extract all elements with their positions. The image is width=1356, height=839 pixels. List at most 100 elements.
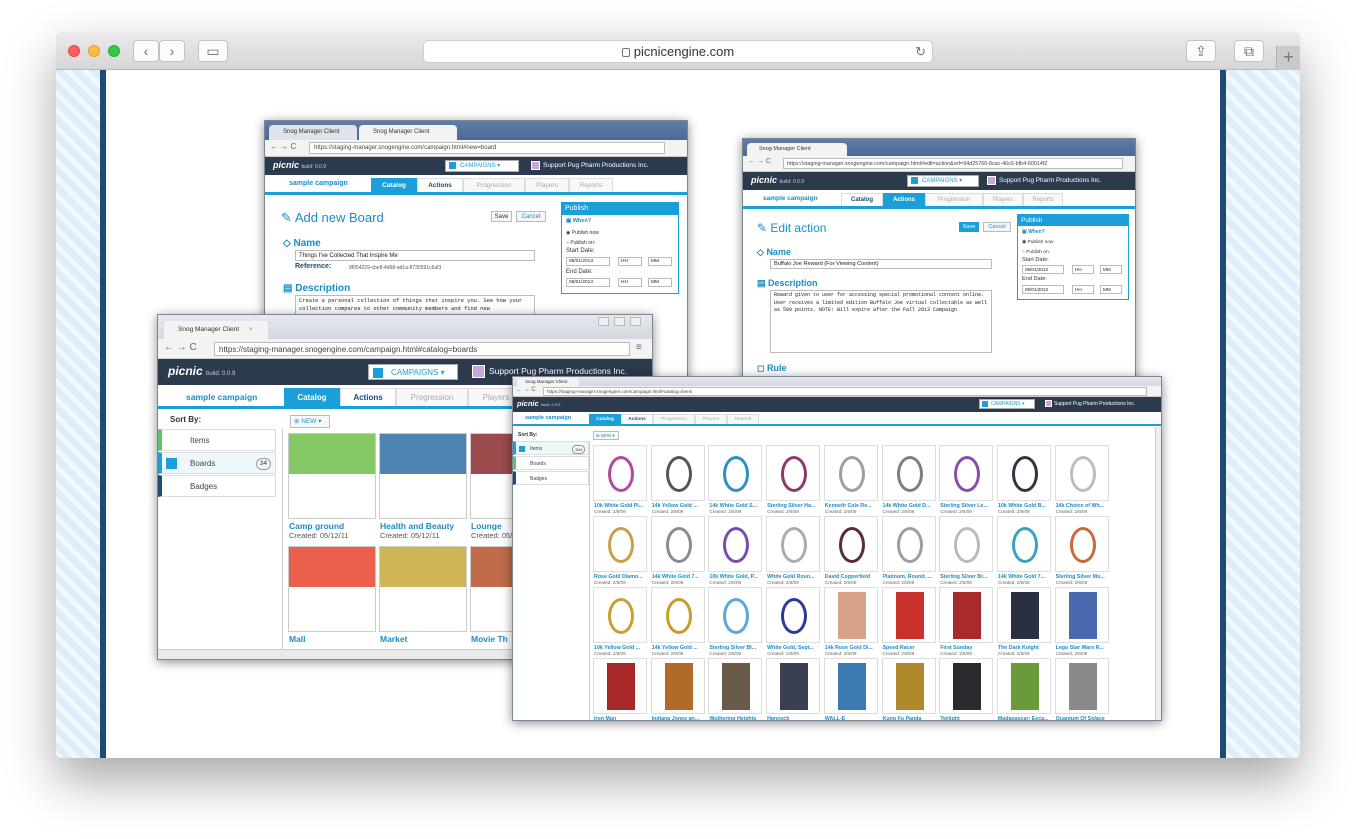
tab-players[interactable]: Players	[525, 178, 569, 192]
zoom-window-button[interactable]	[108, 45, 120, 57]
item-card[interactable]: White Gold Roun... Created: 2/6/09	[766, 516, 822, 586]
item-card[interactable]: Kung Fu PandaCreated: 2/6/09	[881, 658, 938, 720]
tab-reports[interactable]: Reports	[569, 178, 613, 192]
item-card[interactable]: HancockCreated: 2/6/09	[766, 658, 822, 720]
cancel-button[interactable]: Cancel	[516, 211, 546, 222]
item-card[interactable]: 10k White Gold, P... Created: 2/6/09	[708, 516, 764, 586]
sidebar-button[interactable]: ▭	[198, 40, 228, 62]
item-card[interactable]: Sterling Silver Br... Created: 2/6/09	[939, 516, 995, 586]
item-card[interactable]: 14k Yellow Gold ... Created: 2/6/09	[650, 587, 707, 657]
start-hour-field[interactable]: HH	[618, 257, 642, 266]
publish-on-radio[interactable]: ○ Publish on:	[566, 240, 595, 246]
omnibox[interactable]: https://staging-manager.snogengine.com/c…	[543, 387, 1147, 396]
item-name[interactable]: Madagascar: Esca...	[998, 716, 1054, 720]
tab-actions[interactable]: Actions	[340, 388, 396, 406]
item-card[interactable]: Platinum, Round, ... Created: 2/6/09	[881, 516, 938, 586]
item-card[interactable]: 14k Choice of Wh... Created: 2/6/09	[1054, 445, 1111, 515]
new-tab-button[interactable]: +	[1276, 46, 1300, 70]
tab-catalog[interactable]: Catalog	[284, 388, 340, 406]
item-name[interactable]: Wuthering Heights	[709, 716, 765, 720]
board-card[interactable]	[288, 433, 376, 519]
reload-icon[interactable]: ↻	[915, 41, 926, 63]
item-card[interactable]: White Gold, Sept... Created: 2/6/09	[766, 587, 822, 657]
tab-actions[interactable]: Actions	[621, 414, 653, 424]
item-card[interactable]: TwilightCreated: 2/6/09	[939, 658, 996, 720]
omnibox[interactable]: https://staging-manager.snogengine.com/c…	[214, 342, 630, 356]
tab-progression[interactable]: Progression	[653, 414, 695, 424]
new-button[interactable]: ⊕ NEW ▾	[593, 431, 619, 440]
start-date-field[interactable]: 08/01/2013	[566, 257, 610, 266]
board-card[interactable]	[288, 546, 376, 632]
publish-on-radio[interactable]: ○ Publish on:	[1022, 250, 1050, 255]
sidebar-item-badges[interactable]: Badges	[513, 471, 589, 485]
item-card[interactable]: Madagascar: Esca...Created: 2/6/09	[996, 658, 1054, 720]
board-card-title[interactable]: Lounge	[471, 521, 502, 531]
start-minute-field[interactable]: MM	[1100, 265, 1122, 274]
publish-now-radio[interactable]: ◉ Publish now	[1022, 240, 1053, 245]
start-hour-field[interactable]: HH	[1072, 265, 1094, 274]
board-card-title[interactable]: Camp ground	[289, 521, 344, 531]
item-name[interactable]: Twilight	[940, 716, 996, 720]
sidebar-item-boards[interactable]: Boards	[513, 456, 589, 470]
item-card[interactable]: Wuthering HeightsCreated: 2/6/09	[708, 658, 765, 720]
browser-tab-active[interactable]: Snog Manager Client	[359, 125, 457, 140]
tab-progression[interactable]: Progression	[463, 178, 525, 192]
item-card[interactable]: Indiana Jones an...Created: 2/6/09	[650, 658, 708, 720]
browser-tab-active[interactable]: Snog Manager Client ×	[164, 321, 268, 339]
item-name[interactable]: Quantum Of Solace	[1056, 716, 1112, 720]
omnibox[interactable]: https://staging-manager.snogengine.com/c…	[783, 158, 1123, 169]
tabs-overview-button[interactable]: ⧉	[1234, 40, 1264, 62]
item-card[interactable]: Sterling Silver Le... Created: 2/6/09	[939, 445, 995, 515]
tab-actions[interactable]: Actions	[883, 193, 925, 206]
campaigns-dropdown[interactable]: CAMPAIGNS ▾	[368, 364, 458, 380]
minimize-window-button[interactable]	[88, 45, 100, 57]
tab-reports[interactable]: Reports	[1023, 193, 1063, 206]
tab-catalog[interactable]: Catalog	[589, 414, 621, 424]
item-card[interactable]: 14k Yellow Gold ... Created: 2/6/09	[650, 445, 707, 515]
campaign-name[interactable]: sample campaign	[186, 392, 257, 402]
campaigns-dropdown[interactable]: CAMPAIGNS ▾	[445, 160, 519, 172]
tab-progression[interactable]: Progression	[925, 193, 983, 206]
cancel-button[interactable]: Cancel	[983, 222, 1011, 232]
campaigns-dropdown[interactable]: CAMPAIGNS ▾	[979, 399, 1035, 409]
description-field[interactable]: Reward given to user for accessing speci…	[770, 290, 992, 353]
item-card[interactable]: Lego Star Wars R... Created: 2/6/09	[1054, 587, 1111, 657]
sidebar-item-items[interactable]: Items 344	[513, 441, 589, 455]
end-hour-field[interactable]: HH	[618, 278, 642, 287]
address-bar[interactable]: picnicengine.com ↻	[423, 40, 933, 63]
org-selector[interactable]: Support Pug Pharm Productions Inc.	[531, 161, 649, 170]
tab-catalog[interactable]: Catalog	[371, 178, 417, 192]
item-card[interactable]: 10k White Gold B... Created: 2/6/09	[996, 445, 1053, 515]
share-button[interactable]: ⇪	[1186, 40, 1216, 62]
browser-tab-active[interactable]: Snog Manager Client	[747, 143, 847, 156]
sidebar-item-badges[interactable]: Badges	[158, 475, 276, 497]
name-field[interactable]: Buffalo Joe Reward (For Viewing Content)	[770, 259, 992, 269]
org-selector[interactable]: Support Pug Pharm Productions Inc.	[1045, 400, 1135, 407]
item-card[interactable]: Sterling Silver Bl... Created: 2/6/09	[708, 587, 764, 657]
item-name[interactable]: Indiana Jones an...	[652, 716, 708, 720]
omnibox[interactable]: https://staging-manager.snogengine.com/c…	[309, 142, 665, 154]
board-card-title[interactable]: Market	[380, 634, 407, 644]
end-date-field[interactable]: 08/01/2013	[1022, 285, 1064, 294]
nav-arrows-icon[interactable]: ← → C	[164, 342, 197, 353]
board-card-title[interactable]: Health and Beauty	[380, 521, 454, 531]
menu-icon[interactable]: ≡	[636, 342, 642, 353]
campaign-name[interactable]: sample campaign	[525, 415, 571, 421]
tab-progression[interactable]: Progression	[396, 388, 468, 406]
item-card[interactable]: 14k White Gold S... Created: 2/6/09	[708, 445, 764, 515]
item-card[interactable]: WALL-ECreated: 2/6/09	[823, 658, 880, 720]
nav-arrows-icon[interactable]: ← → C	[748, 158, 771, 165]
save-button[interactable]: Save	[491, 211, 512, 222]
item-card[interactable]: 14k White Gold 7... Created: 2/6/09	[996, 516, 1053, 586]
save-button[interactable]: Save	[959, 222, 979, 232]
close-window-button[interactable]	[68, 45, 80, 57]
back-button[interactable]: ‹	[133, 40, 159, 62]
end-date-field[interactable]: 08/01/2013	[566, 278, 610, 287]
campaign-name[interactable]: sample campaign	[763, 195, 818, 202]
board-card-title[interactable]: Movie Th	[471, 634, 508, 644]
close-tab-icon[interactable]: ×	[249, 326, 253, 333]
campaigns-dropdown[interactable]: CAMPAIGNS ▾	[907, 175, 979, 187]
tab-catalog[interactable]: Catalog	[841, 193, 883, 206]
name-field[interactable]: Things I've Collected That Inspire Me	[295, 250, 535, 261]
browser-tab-active[interactable]: Snog Manager Client	[517, 378, 579, 386]
